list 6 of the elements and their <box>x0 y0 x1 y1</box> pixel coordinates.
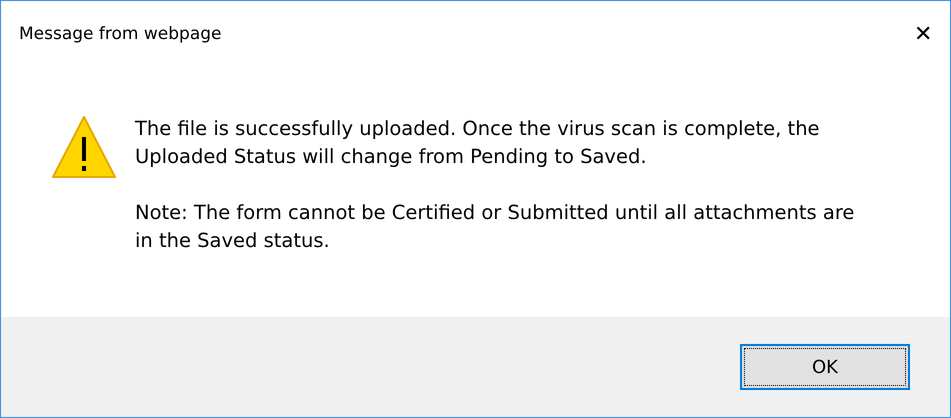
window-title: Message from webpage <box>19 24 222 44</box>
message-text: Note: The form cannot be Certified or Submitted until all attachments are in the Saved status. <box>135 200 856 254</box>
ok-button[interactable]: OK <box>740 344 910 390</box>
message-text: The file is successfully uploaded. Once the virus scan is complete, the Uploaded Status will change from Pending to Saved. <box>135 116 821 170</box>
close-button[interactable]: ✕ <box>914 21 932 47</box>
warning-icon <box>51 115 117 179</box>
